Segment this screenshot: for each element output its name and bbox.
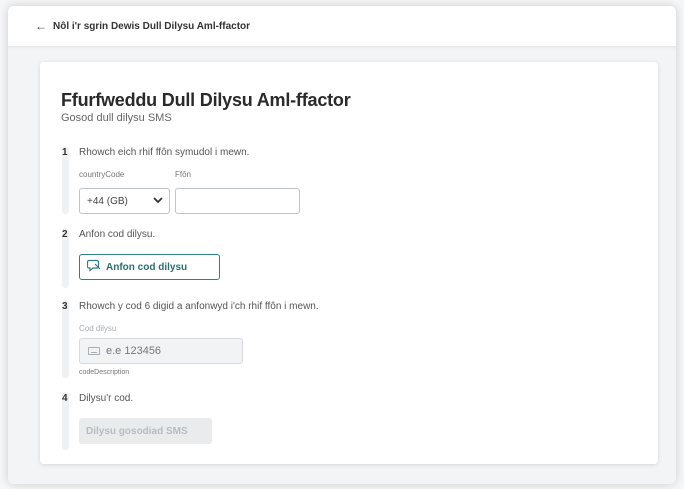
step-2-text: Anfon cod dilysu.: [79, 229, 156, 240]
step-3-text: Rhowch y cod 6 digid a anfonwyd i'ch rhi…: [79, 301, 319, 312]
country-code-value: +44 (GB): [87, 195, 128, 207]
page-title: Ffurfweddu Dull Dilysu Aml-ffactor: [61, 90, 351, 110]
app-window: ← Nôl i'r sgrin Dewis Dull Dilysu Aml-ff…: [8, 6, 676, 484]
top-bar: ← Nôl i'r sgrin Dewis Dull Dilysu Aml-ff…: [8, 6, 676, 46]
step-2-number: 2: [62, 229, 68, 240]
phone-input[interactable]: [175, 188, 300, 214]
page-subtitle: Gosod dull dilysu SMS: [61, 112, 172, 124]
step-4-text: Dilysu'r cod.: [79, 393, 134, 404]
code-placeholder: e.e 123456: [106, 345, 162, 357]
step-1-text: Rhowch eich rhif ffôn symudol i mewn.: [79, 147, 250, 158]
step-4-number: 4: [62, 393, 68, 404]
send-code-button[interactable]: Anfon cod dilysu: [79, 254, 220, 280]
country-code-label: countryCode: [79, 170, 125, 179]
arrow-left-icon: ←: [35, 19, 47, 33]
verification-code-input[interactable]: e.e 123456: [79, 338, 243, 364]
phone-label: Ffôn: [175, 170, 192, 179]
chevron-down-icon: [153, 196, 163, 206]
country-code-select[interactable]: +44 (GB): [79, 188, 170, 214]
mfa-setup-card: Ffurfweddu Dull Dilysu Aml-ffactor Gosod…: [40, 62, 658, 464]
code-label: Cod dilysu: [79, 324, 117, 333]
back-link[interactable]: ← Nôl i'r sgrin Dewis Dull Dilysu Aml-ff…: [35, 19, 250, 33]
send-code-label: Anfon cod dilysu: [106, 261, 188, 273]
message-icon: [86, 259, 101, 275]
code-description: codeDescription: [79, 369, 130, 376]
keyboard-icon: [88, 347, 100, 355]
step-3-number: 3: [62, 301, 68, 312]
step-1-number: 1: [62, 147, 68, 158]
back-link-label: Nôl i'r sgrin Dewis Dull Dilysu Aml-ffac…: [53, 20, 251, 32]
verify-sms-button[interactable]: Dilysu gosodiad SMS: [79, 418, 212, 444]
